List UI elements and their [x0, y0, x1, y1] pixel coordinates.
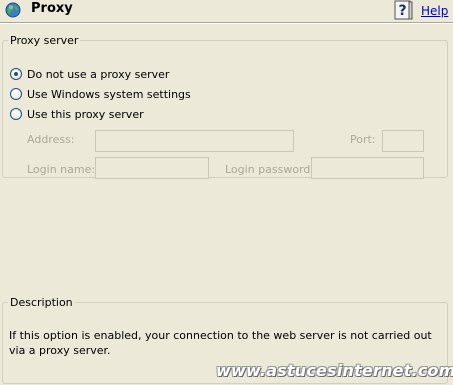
page-title: Proxy [31, 1, 73, 16]
login-name-input[interactable] [95, 157, 209, 179]
port-input[interactable] [382, 130, 424, 152]
globe-icon [5, 2, 21, 18]
port-label: Port: [350, 133, 376, 146]
radio-windows-settings-label[interactable]: Use Windows system settings [27, 88, 191, 101]
header-divider [0, 22, 453, 24]
address-input[interactable] [95, 130, 294, 152]
svg-text:?: ? [398, 3, 406, 19]
radio-no-proxy[interactable]: Do not use a proxy server [10, 67, 169, 81]
address-label: Address: [27, 133, 75, 146]
header-bar: Proxy ? Help [0, 0, 453, 24]
login-name-label: Login name: [27, 163, 96, 176]
watermark: www.astucesinternet.com [216, 361, 453, 380]
proxy-server-group: Proxy server Do not use a proxy server U… [2, 34, 448, 179]
description-text: If this option is enabled, your connecti… [9, 329, 432, 357]
radio-no-proxy-button[interactable] [10, 68, 22, 80]
login-password-label: Login password: [225, 163, 315, 176]
radio-no-proxy-label[interactable]: Do not use a proxy server [27, 68, 169, 81]
help-book-icon[interactable]: ? [394, 0, 413, 20]
radio-windows-settings-button[interactable] [10, 88, 22, 100]
radio-this-proxy-label[interactable]: Use this proxy server [27, 108, 144, 121]
radio-this-proxy[interactable]: Use this proxy server [10, 107, 144, 121]
help-link[interactable]: Help [421, 4, 448, 18]
radio-windows-settings[interactable]: Use Windows system settings [10, 87, 191, 101]
proxy-server-legend: Proxy server [10, 34, 79, 47]
radio-this-proxy-button[interactable] [10, 108, 22, 120]
description-legend: Description [10, 296, 73, 309]
login-password-input[interactable] [311, 157, 424, 179]
